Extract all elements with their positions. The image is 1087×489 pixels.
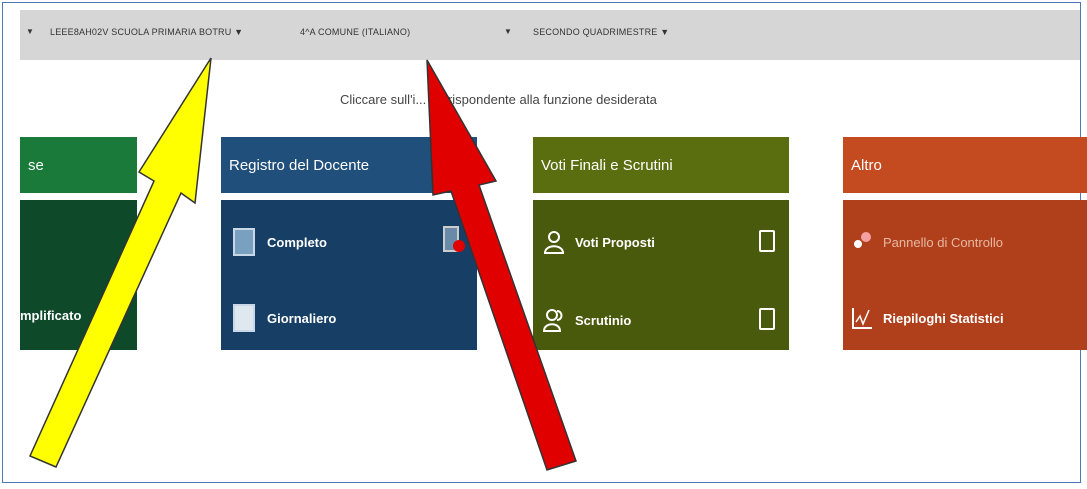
red-arrow: [426, 59, 577, 471]
annotation-arrows: [29, 57, 577, 471]
yellow-arrow: [29, 57, 212, 468]
